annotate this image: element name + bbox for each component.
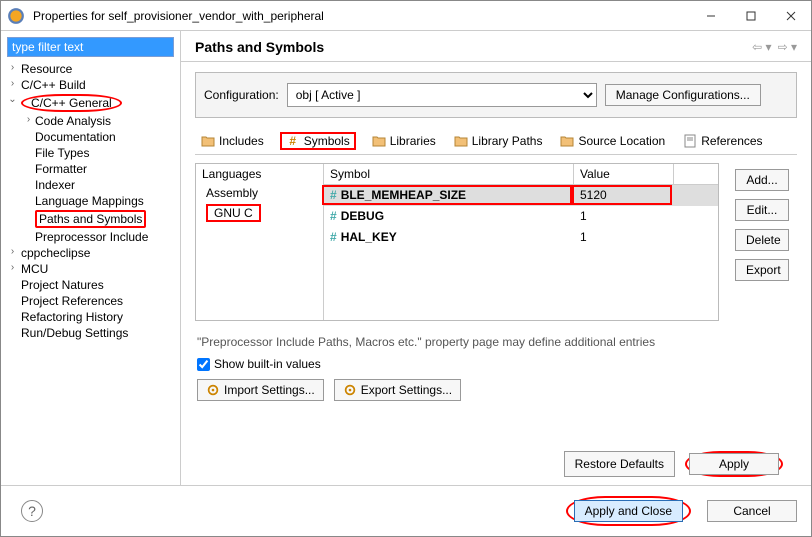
export-button[interactable]: Export bbox=[735, 259, 789, 281]
filter-input[interactable] bbox=[7, 37, 174, 57]
tree-item-paths-and-symbols[interactable]: Paths and Symbols bbox=[7, 209, 174, 229]
symbol-column-header[interactable]: Symbol bbox=[324, 164, 574, 184]
note-text: "Preprocessor Include Paths, Macros etc.… bbox=[197, 335, 795, 349]
expander-icon[interactable]: › bbox=[7, 62, 18, 73]
tree-item-language-mappings[interactable]: Language Mappings bbox=[7, 193, 174, 209]
tab-symbols[interactable]: #Symbols bbox=[280, 132, 356, 150]
app-icon bbox=[7, 7, 25, 25]
tree-item-documentation[interactable]: Documentation bbox=[7, 129, 174, 145]
language-item-assembly[interactable]: Assembly bbox=[196, 184, 323, 202]
edit-button[interactable]: Edit... bbox=[735, 199, 789, 221]
tree-item-run-debug-settings[interactable]: Run/Debug Settings bbox=[7, 325, 174, 341]
manage-configs-button[interactable]: Manage Configurations... bbox=[605, 84, 761, 106]
configuration-label: Configuration: bbox=[204, 88, 279, 102]
folder-icon bbox=[372, 134, 386, 148]
tree-item-c-c-build[interactable]: ›C/C++ Build bbox=[7, 77, 174, 93]
expander-icon[interactable]: › bbox=[7, 78, 18, 89]
back-icon[interactable]: ⇦ ▾ bbox=[752, 40, 771, 54]
tree-item-formatter[interactable]: Formatter bbox=[7, 161, 174, 177]
value-column-header[interactable]: Value bbox=[574, 164, 674, 184]
hash-icon: # bbox=[286, 134, 300, 148]
gear-icon bbox=[343, 383, 357, 397]
tab-includes[interactable]: Includes bbox=[199, 133, 266, 149]
tree-item-file-types[interactable]: File Types bbox=[7, 145, 174, 161]
configuration-select[interactable]: obj [ Active ] bbox=[287, 83, 597, 107]
window-title: Properties for self_provisioner_vendor_w… bbox=[31, 9, 691, 23]
show-builtin-checkbox[interactable]: Show built-in values bbox=[197, 357, 795, 371]
hash-icon: # bbox=[330, 188, 337, 202]
language-item-gnu-c[interactable]: GNU C bbox=[196, 202, 323, 224]
help-icon[interactable]: ? bbox=[21, 500, 43, 522]
page-title: Paths and Symbols bbox=[195, 39, 752, 55]
tree-item-resource[interactable]: ›Resource bbox=[7, 61, 174, 77]
doc-icon bbox=[683, 134, 697, 148]
restore-defaults-button[interactable]: Restore Defaults bbox=[564, 451, 675, 477]
tree-item-cppcheclipse[interactable]: ›cppcheclipse bbox=[7, 245, 174, 261]
symbol-row[interactable]: # DEBUG1 bbox=[324, 206, 718, 227]
add-button[interactable]: Add... bbox=[735, 169, 789, 191]
minimize-button[interactable] bbox=[691, 1, 731, 30]
hash-icon: # bbox=[330, 230, 337, 244]
tree-item-project-references[interactable]: Project References bbox=[7, 293, 174, 309]
folder-icon bbox=[201, 134, 215, 148]
hash-icon: # bbox=[330, 209, 337, 223]
gear-icon bbox=[206, 383, 220, 397]
symbol-row[interactable]: # BLE_MEMHEAP_SIZE5120 bbox=[324, 185, 718, 206]
tree-item-refactoring-history[interactable]: Refactoring History bbox=[7, 309, 174, 325]
show-builtin-toggle[interactable] bbox=[197, 358, 210, 371]
tree-item-code-analysis[interactable]: ›Code Analysis bbox=[7, 113, 174, 129]
close-button[interactable] bbox=[771, 1, 811, 30]
expander-icon[interactable]: › bbox=[7, 262, 18, 273]
tree-item-mcu[interactable]: ›MCU bbox=[7, 261, 174, 277]
show-builtin-label: Show built-in values bbox=[214, 357, 321, 371]
tree-item-c-c-general[interactable]: ⌄C/C++ General bbox=[7, 93, 174, 113]
tree-item-project-natures[interactable]: Project Natures bbox=[7, 277, 174, 293]
tree-item-preprocessor-include[interactable]: Preprocessor Include bbox=[7, 229, 174, 245]
folder-icon bbox=[454, 134, 468, 148]
expander-icon[interactable]: ⌄ bbox=[7, 94, 18, 105]
tree-item-indexer[interactable]: Indexer bbox=[7, 177, 174, 193]
apply-button[interactable]: Apply bbox=[689, 453, 779, 475]
symbol-row[interactable]: # HAL_KEY1 bbox=[324, 227, 718, 248]
languages-header: Languages bbox=[196, 164, 323, 184]
cancel-button[interactable]: Cancel bbox=[707, 500, 797, 522]
expander-icon[interactable]: › bbox=[23, 114, 34, 125]
export-settings-button[interactable]: Export Settings... bbox=[334, 379, 461, 401]
import-settings-button[interactable]: Import Settings... bbox=[197, 379, 324, 401]
delete-button[interactable]: Delete bbox=[735, 229, 789, 251]
configuration-group: Configuration: obj [ Active ] Manage Con… bbox=[195, 72, 797, 118]
expander-icon[interactable]: › bbox=[7, 246, 18, 257]
tab-libraries[interactable]: Libraries bbox=[370, 133, 438, 149]
forward-icon[interactable]: ⇨ ▾ bbox=[778, 40, 797, 54]
apply-and-close-button[interactable]: Apply and Close bbox=[574, 500, 683, 522]
folder-icon bbox=[560, 134, 574, 148]
maximize-button[interactable] bbox=[731, 1, 771, 30]
tab-library-paths[interactable]: Library Paths bbox=[452, 133, 545, 149]
tab-references[interactable]: References bbox=[681, 133, 764, 149]
tab-source-location[interactable]: Source Location bbox=[558, 133, 667, 149]
